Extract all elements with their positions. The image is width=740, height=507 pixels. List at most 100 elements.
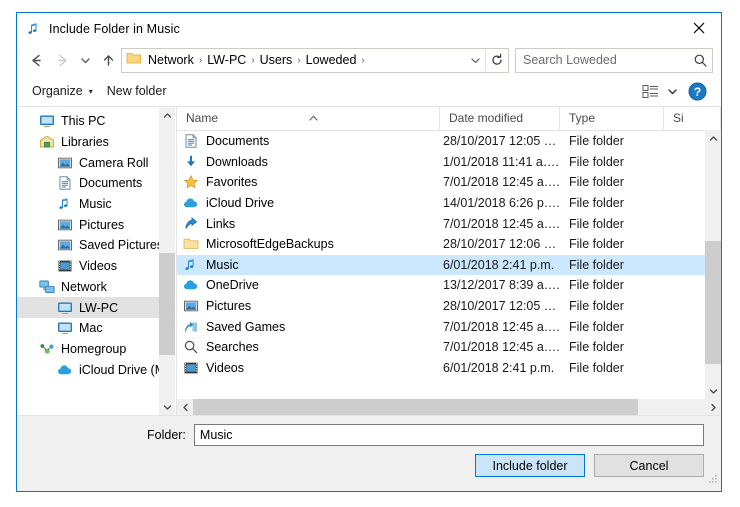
file-date-cell: 14/01/2018 6:26 p…. (443, 196, 560, 211)
table-row[interactable]: Videos 6/01/2018 2:41 p.m. File folder (177, 358, 721, 379)
close-button[interactable] (676, 13, 721, 43)
sidebar-item-label: Music (79, 197, 112, 212)
table-row[interactable]: Links 7/01/2018 12:45 a…. File folder (177, 213, 721, 234)
sidebar-scroll-up-button[interactable] (159, 107, 175, 123)
breadcrumb-separator[interactable]: › (359, 55, 366, 66)
folder-icon (126, 51, 142, 70)
navigation-pane: This PC Libraries Camera Roll Documents Musi… (17, 107, 176, 415)
folder-tree: This PC Libraries Camera Roll Documents Musi… (17, 107, 175, 380)
view-chevron-down-icon[interactable] (663, 80, 681, 102)
sidebar-item-network[interactable]: Network (17, 277, 175, 298)
table-row[interactable]: Searches 7/01/2018 12:45 a…. File folder (177, 337, 721, 358)
chevron-down-icon[interactable] (466, 50, 485, 71)
file-scroll-up-button[interactable] (705, 130, 721, 146)
breadcrumb-item-users[interactable]: Users (257, 53, 296, 67)
refresh-icon[interactable] (485, 49, 508, 71)
hscroll-thumb[interactable] (193, 399, 639, 415)
file-rows: Documents 28/10/2017 12:05 … File folder Do… (177, 131, 721, 399)
breadcrumb-item-network[interactable]: Network (145, 53, 197, 67)
table-row[interactable]: Pictures 28/10/2017 12:05 … File folder (177, 296, 721, 317)
hscroll-right-button[interactable] (705, 399, 721, 415)
sidebar-item-icloud-drive-m[interactable]: iCloud Drive (M· (17, 359, 175, 380)
sidebar-item-pictures[interactable]: Pictures (17, 214, 175, 235)
file-name-label: MicrosoftEdgeBackups (206, 237, 334, 252)
column-header-date-modified[interactable]: Date modified (440, 107, 560, 130)
file-scroll-track[interactable] (705, 146, 721, 383)
recent-locations-button[interactable] (75, 47, 95, 73)
file-name-label: Saved Games (206, 319, 286, 334)
column-header-name-label: Name (186, 111, 219, 125)
file-list-horizontal-scrollbar[interactable] (177, 399, 721, 415)
include-folder-button[interactable]: Include folder (475, 454, 585, 477)
back-button[interactable] (23, 47, 49, 73)
file-list-vertical-scrollbar[interactable] (705, 130, 721, 399)
search-input[interactable]: Search Loweded (516, 53, 688, 67)
sidebar-item-lw-pc[interactable]: LW-PC (17, 297, 175, 318)
breadcrumb-separator[interactable]: › (197, 55, 204, 66)
videos-icon (57, 258, 73, 274)
breadcrumb-separator[interactable]: › (295, 55, 302, 66)
sidebar-item-saved-pictures[interactable]: Saved Pictures (17, 235, 175, 256)
sidebar-scrollbar[interactable] (159, 107, 175, 415)
file-type-cell: File folder (569, 216, 624, 231)
cancel-button[interactable]: Cancel (594, 454, 704, 477)
table-row[interactable]: MicrosoftEdgeBackups 28/10/2017 12:06 … Fi… (177, 234, 721, 255)
camera-roll-icon (57, 155, 73, 171)
sidebar-item-this-pc[interactable]: This PC (17, 111, 175, 132)
sidebar-item-documents[interactable]: Documents (17, 173, 175, 194)
window-title: Include Folder in Music (49, 21, 180, 36)
file-date-cell: 28/10/2017 12:05 … (443, 299, 557, 314)
folder-input[interactable]: Music (193, 424, 704, 446)
dialog-footer: Folder: Music Include folder Cancel (17, 416, 721, 491)
table-row[interactable]: Favorites 7/01/2018 12:45 a…. File folder (177, 172, 721, 193)
organize-button[interactable]: Organize ▾ (25, 81, 100, 101)
help-button[interactable]: ? (681, 80, 713, 102)
file-name-label: OneDrive (206, 278, 259, 293)
breadcrumb-item-lw-pc[interactable]: LW-PC (204, 53, 249, 67)
search-icon (688, 50, 712, 71)
view-list-icon[interactable] (637, 80, 663, 102)
sidebar-item-camera-roll[interactable]: Camera Roll (17, 152, 175, 173)
up-button[interactable] (95, 47, 121, 73)
links-icon (183, 216, 199, 232)
sidebar-item-libraries[interactable]: Libraries (17, 132, 175, 153)
table-row[interactable]: Downloads 1/01/2018 11:41 a…. File folder (177, 152, 721, 173)
column-header-name[interactable]: Name (177, 107, 440, 130)
sidebar-item-music[interactable]: Music (17, 194, 175, 215)
new-folder-label: New folder (106, 84, 167, 98)
table-row[interactable]: iCloud Drive 14/01/2018 6:26 p…. File fold… (177, 193, 721, 214)
file-type-cell: File folder (569, 278, 624, 293)
sidebar-scroll-track[interactable] (159, 123, 175, 399)
breadcrumb-item-loweded[interactable]: Loweded (303, 53, 360, 67)
table-row[interactable]: OneDrive 13/12/2017 8:39 a…. File folder (177, 275, 721, 296)
column-header-type[interactable]: Type (560, 107, 664, 130)
sidebar-item-homegroup[interactable]: Homegroup (17, 339, 175, 360)
star-icon (183, 174, 199, 190)
sidebar-scroll-down-button[interactable] (159, 399, 175, 415)
resize-grip[interactable] (708, 471, 718, 489)
sidebar-item-mac[interactable]: Mac (17, 318, 175, 339)
new-folder-button[interactable]: New folder (100, 81, 174, 101)
file-scroll-down-button[interactable] (705, 383, 721, 399)
column-header-size[interactable]: Si (664, 107, 721, 130)
hscroll-left-button[interactable] (177, 399, 193, 415)
table-row[interactable]: Music 6/01/2018 2:41 p.m. File folder (177, 254, 721, 276)
sidebar-scroll-thumb[interactable] (159, 252, 175, 355)
file-name-cell: Videos (177, 360, 440, 376)
sidebar-item-videos[interactable]: Videos (17, 256, 175, 277)
table-row[interactable]: Documents 28/10/2017 12:05 … File folder (177, 131, 721, 152)
breadcrumb-separator[interactable]: › (249, 55, 256, 66)
chevron-down-icon: ▾ (88, 86, 93, 96)
file-name-cell: Downloads (177, 154, 440, 170)
file-name-label: Music (206, 257, 239, 272)
hscroll-track[interactable] (193, 399, 705, 415)
address-bar[interactable]: Network › LW-PC › Users › Loweded › (121, 47, 509, 73)
file-name-label: Documents (206, 134, 270, 149)
file-name-cell: MicrosoftEdgeBackups (177, 236, 440, 252)
file-name-label: Favorites (206, 175, 258, 190)
file-type-cell: File folder (569, 319, 624, 334)
search-box[interactable]: Search Loweded (515, 47, 713, 73)
file-name-label: iCloud Drive (206, 196, 275, 211)
table-row[interactable]: Saved Games 7/01/2018 12:45 a…. File folde… (177, 316, 721, 337)
file-scroll-thumb[interactable] (705, 240, 721, 365)
